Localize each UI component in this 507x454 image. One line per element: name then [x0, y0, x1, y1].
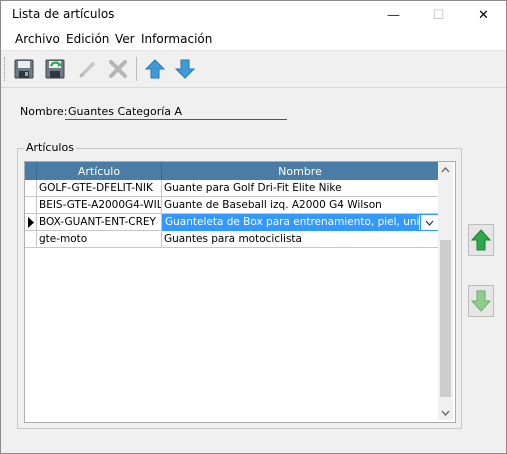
- scroll-down-button[interactable]: [438, 405, 453, 420]
- row-indicator[interactable]: [25, 197, 37, 214]
- chevron-up-icon: [441, 166, 450, 172]
- minimize-button[interactable]: —: [371, 1, 416, 29]
- toolbar-separator: [136, 57, 137, 81]
- scroll-up-button[interactable]: [438, 162, 453, 177]
- save-reload-button[interactable]: [42, 56, 68, 82]
- title-bar: Lista de artículos — ☐ ✕: [1, 1, 506, 29]
- arrow-down-icon: [471, 290, 491, 312]
- name-field-underline: [65, 119, 287, 120]
- grid-vertical-scrollbar[interactable]: [438, 162, 453, 420]
- cell-nombre[interactable]: Guantes para motociclista: [162, 231, 439, 248]
- cell-nombre[interactable]: Guante para Golf Dri-Fit Elite Nike: [162, 180, 439, 197]
- table-row[interactable]: GOLF-GTE-DFELIT-NIK Guante para Golf Dri…: [25, 180, 439, 197]
- cell-articulo[interactable]: BEIS-GTE-A2000G4-WIL: [37, 197, 162, 214]
- scroll-thumb[interactable]: [440, 240, 451, 397]
- table-row[interactable]: BEIS-GTE-A2000G4-WIL Guante de Baseball …: [25, 197, 439, 214]
- menu-informacion[interactable]: Información: [139, 32, 214, 46]
- edit-icon: [79, 61, 96, 78]
- articles-grid: Artículo Nombre GOLF-GTE-DFELIT-NIK Guan…: [24, 161, 456, 423]
- delete-button[interactable]: [105, 56, 131, 82]
- maximize-icon: ☐: [432, 7, 445, 23]
- move-row-down-button[interactable]: [468, 285, 494, 317]
- maximize-button[interactable]: ☐: [416, 1, 461, 29]
- move-up-button[interactable]: [142, 56, 168, 82]
- close-icon: ✕: [478, 7, 489, 23]
- column-header-nombre[interactable]: Nombre: [162, 162, 439, 180]
- cell-nombre-editor[interactable]: Guanteleta de Box para entrenamiento, pi…: [162, 214, 439, 231]
- toolbar: [1, 51, 506, 88]
- app-window: Lista de artículos — ☐ ✕ Archivo Edición…: [0, 0, 507, 454]
- close-button[interactable]: ✕: [461, 1, 506, 29]
- edit-button[interactable]: [75, 56, 101, 82]
- save-button[interactable]: [11, 56, 37, 82]
- current-row-pointer-icon: [28, 217, 34, 228]
- move-down-button[interactable]: [172, 56, 198, 82]
- arrow-up-icon: [471, 229, 491, 251]
- cell-nombre[interactable]: Guante de Baseball izq. A2000 G4 Wilson: [162, 197, 439, 214]
- cell-dropdown-button[interactable]: [420, 215, 438, 230]
- arrow-down-icon: [174, 59, 196, 79]
- menu-archivo[interactable]: Archivo: [13, 32, 62, 46]
- row-indicator-current[interactable]: [25, 214, 37, 231]
- chevron-down-icon: [441, 410, 450, 416]
- table-row[interactable]: gte-moto Guantes para motociclista: [25, 231, 439, 248]
- name-label: Nombre:: [20, 105, 68, 118]
- chevron-down-icon: [425, 220, 434, 226]
- save-reload-icon: [45, 59, 65, 79]
- toolbar-grip[interactable]: [4, 57, 7, 81]
- cell-articulo[interactable]: gte-moto: [37, 231, 162, 248]
- menu-ver[interactable]: Ver: [113, 32, 137, 46]
- row-indicator[interactable]: [25, 180, 37, 197]
- menu-bar: Archivo Edición Ver Información: [1, 29, 506, 50]
- cell-articulo[interactable]: GOLF-GTE-DFELIT-NIK: [37, 180, 162, 197]
- cell-nombre-selected-text[interactable]: Guanteleta de Box para entrenamiento, pi…: [163, 215, 419, 230]
- menu-edicion[interactable]: Edición: [64, 32, 111, 46]
- arrow-up-icon: [144, 59, 166, 79]
- header-corner: [25, 162, 37, 180]
- save-icon: [14, 59, 34, 79]
- column-header-articulo[interactable]: Artículo: [37, 162, 162, 180]
- window-title: Lista de artículos: [12, 7, 115, 21]
- articles-group-title: Artículos: [24, 141, 76, 154]
- table-row-selected[interactable]: BOX-GUANT-ENT-CREY Guanteleta de Box par…: [25, 214, 439, 231]
- move-row-up-button[interactable]: [468, 224, 494, 256]
- name-field[interactable]: Guantes Categoría A: [68, 105, 182, 118]
- delete-icon: [109, 60, 127, 78]
- minimize-icon: —: [387, 7, 400, 23]
- row-indicator[interactable]: [25, 231, 37, 248]
- cell-articulo[interactable]: BOX-GUANT-ENT-CREY: [37, 214, 162, 231]
